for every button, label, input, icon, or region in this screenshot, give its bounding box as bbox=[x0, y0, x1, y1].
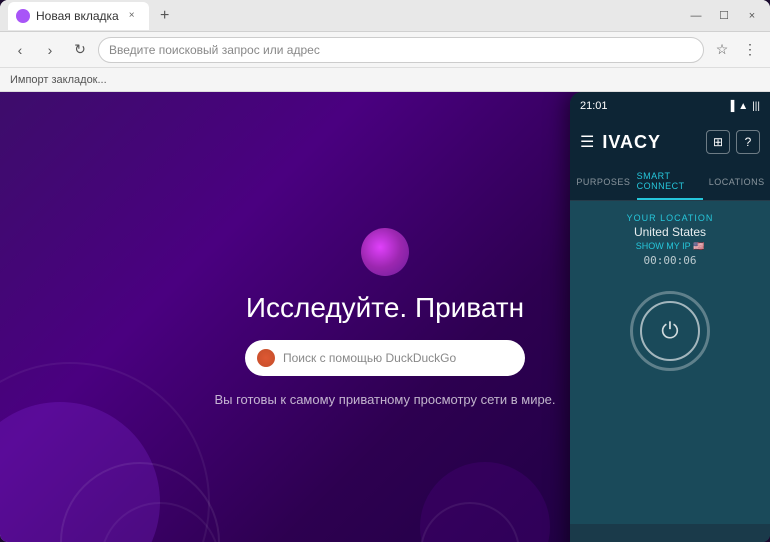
power-button-outer: ⏻ bbox=[630, 291, 710, 371]
import-bookmarks[interactable]: Импорт закладок... bbox=[10, 74, 107, 86]
your-location-label: YOUR LOCATION bbox=[627, 213, 714, 223]
forward-button[interactable]: › bbox=[38, 38, 62, 62]
tab-smart-connect[interactable]: SMART CONNECT bbox=[637, 164, 704, 200]
ip-flag: 🇺🇸 bbox=[693, 241, 704, 251]
maximize-button[interactable]: ☐ bbox=[714, 6, 734, 26]
settings-icon[interactable]: ⋮ bbox=[738, 38, 762, 62]
address-bar[interactable]: Введите поисковый запрос или адрес bbox=[98, 37, 704, 63]
vpn-timer: 00:00:06 bbox=[644, 254, 697, 267]
bookmarks-bar: Импорт закладок... bbox=[0, 68, 770, 92]
new-tab-button[interactable]: + bbox=[153, 4, 177, 28]
title-bar: Новая вкладка × + — ☐ × bbox=[0, 0, 770, 32]
vpn-tabs: PURPOSES SMART CONNECT LOCATIONS bbox=[570, 164, 770, 201]
nav-bar: ‹ › ↻ Введите поисковый запрос или адрес… bbox=[0, 32, 770, 68]
signal-icon: ||| bbox=[752, 101, 760, 112]
power-button[interactable]: ⏻ bbox=[640, 301, 700, 361]
vpn-overlay: 21:01 ▐ ▲ ||| ☰ IVACY ⊞ ? PURPOSES SMA bbox=[570, 92, 770, 542]
hamburger-menu-icon[interactable]: ☰ bbox=[580, 132, 594, 152]
refresh-button[interactable]: ↻ bbox=[68, 38, 92, 62]
vpn-grid-icon[interactable]: ⊞ bbox=[706, 130, 730, 154]
back-button[interactable]: ‹ bbox=[8, 38, 32, 62]
tab-close-button[interactable]: × bbox=[125, 9, 139, 23]
tab-locations[interactable]: LOCATIONS bbox=[703, 164, 770, 200]
power-icon: ⏻ bbox=[661, 318, 678, 344]
connected-status: Connected bbox=[570, 534, 770, 542]
tab-label: Новая вкладка bbox=[36, 9, 119, 23]
page-content: Исследуйте. Приватн Поиск с помощью Duck… bbox=[0, 92, 770, 542]
browser-tab[interactable]: Новая вкладка × bbox=[8, 2, 149, 30]
your-location-section: YOUR LOCATION United States SHOW MY IP 🇺… bbox=[570, 201, 770, 275]
power-button-container: ⏻ bbox=[630, 291, 710, 371]
search-placeholder: Поиск с помощью DuckDuckGo bbox=[283, 351, 513, 365]
vpn-help-icon[interactable]: ? bbox=[736, 130, 760, 154]
battery-icon: ▐ bbox=[727, 101, 734, 112]
vpn-status-icons: ▐ ▲ ||| bbox=[727, 101, 760, 112]
vpn-header: ☰ IVACY ⊞ ? bbox=[570, 120, 770, 164]
vpn-time: 21:01 bbox=[580, 100, 608, 112]
show-my-ip-link[interactable]: SHOW MY IP 🇺🇸 bbox=[636, 241, 704, 252]
search-container[interactable]: Поиск с помощью DuckDuckGo bbox=[245, 340, 525, 376]
minimize-button[interactable]: — bbox=[686, 6, 706, 26]
tab-purposes[interactable]: PURPOSES bbox=[570, 164, 637, 200]
tab-favicon bbox=[16, 9, 30, 23]
address-bar-text: Введите поисковый запрос или адрес bbox=[109, 43, 693, 57]
vpn-header-icons: ⊞ ? bbox=[706, 130, 760, 154]
vpn-body: YOUR LOCATION United States SHOW MY IP 🇺… bbox=[570, 201, 770, 542]
wifi-icon: ▲ bbox=[738, 101, 748, 112]
page-center: Исследуйте. Приватн Поиск с помощью Duck… bbox=[214, 228, 555, 407]
location-country: United States bbox=[634, 225, 706, 239]
show-ip-text: SHOW MY IP bbox=[636, 241, 691, 251]
close-button[interactable]: × bbox=[742, 6, 762, 26]
page-subtitle: Вы готовы к самому приватному просмотру … bbox=[214, 392, 555, 407]
browser-window: Новая вкладка × + — ☐ × ‹ › ↻ Введите по… bbox=[0, 0, 770, 542]
nav-right-icons: ☆ ⋮ bbox=[710, 38, 762, 62]
page-title: Исследуйте. Приватн bbox=[246, 292, 524, 324]
bookmark-icon[interactable]: ☆ bbox=[710, 38, 734, 62]
vpn-status-bar: 21:01 ▐ ▲ ||| bbox=[570, 92, 770, 120]
duckduckgo-icon bbox=[257, 349, 275, 367]
tor-logo bbox=[361, 228, 409, 276]
connected-section: Connected Connect To United States › bbox=[570, 524, 770, 542]
window-controls: — ☐ × bbox=[686, 6, 762, 26]
vpn-brand: IVACY bbox=[602, 132, 698, 153]
